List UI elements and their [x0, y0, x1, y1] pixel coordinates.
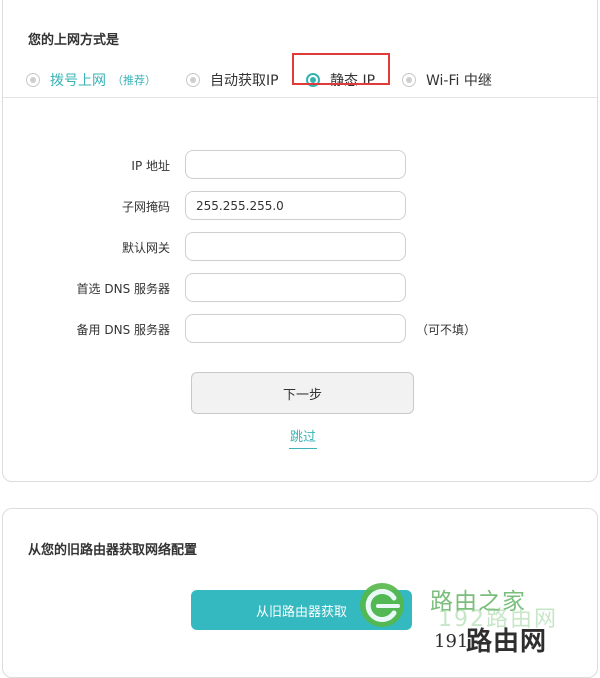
option-wifi-relay-label: Wi-Fi 中继	[426, 73, 492, 89]
optional-note: （可不填）	[416, 323, 477, 337]
option-wifi-relay[interactable]: Wi-Fi 中继	[402, 70, 492, 90]
radio-circle-icon[interactable]	[186, 73, 200, 87]
subnet-mask-label: 子网掩码	[121, 200, 170, 214]
secondary-dns-row: 备用 DNS 服务器 （可不填）	[0, 314, 600, 344]
primary-dns-input[interactable]	[185, 273, 406, 302]
secondary-dns-input[interactable]	[185, 314, 406, 343]
gateway-row: 默认网关	[0, 232, 600, 262]
option-pppoe[interactable]: 拨号上网 （推荐）	[26, 70, 156, 90]
gateway-input[interactable]	[185, 232, 406, 261]
primary-dns-label: 首选 DNS 服务器	[76, 282, 170, 296]
radio-circle-icon[interactable]	[402, 73, 416, 87]
connection-type-title: 您的上网方式是	[28, 33, 120, 48]
option-dhcp[interactable]: 自动获取IP	[186, 70, 279, 90]
option-dhcp-label: 自动获取IP	[210, 73, 279, 89]
ip-address-input[interactable]	[185, 150, 406, 179]
option-pppoe-note: （推荐）	[112, 74, 156, 87]
option-pppoe-label: 拨号上网	[50, 73, 106, 89]
static-ip-highlight-box	[292, 53, 390, 85]
gateway-label: 默认网关	[121, 241, 170, 255]
primary-dns-row: 首选 DNS 服务器	[0, 273, 600, 303]
ip-address-row: IP 地址	[0, 150, 600, 180]
skip-link[interactable]: 跳过	[289, 428, 317, 449]
old-router-title: 从您的旧路由器获取网络配置	[28, 543, 198, 558]
subnet-mask-row: 子网掩码	[0, 191, 600, 221]
watermark-number: 191	[434, 631, 469, 652]
ip-address-label: IP 地址	[131, 159, 170, 173]
radio-circle-icon[interactable]	[26, 73, 40, 87]
next-step-button[interactable]: 下一步	[191, 372, 414, 414]
section-divider	[3, 97, 597, 98]
secondary-dns-label: 备用 DNS 服务器	[76, 323, 170, 337]
watermark-text-secondary: 路由网	[466, 627, 548, 657]
subnet-mask-input[interactable]	[185, 191, 406, 220]
watermark-logo-icon	[360, 583, 404, 627]
